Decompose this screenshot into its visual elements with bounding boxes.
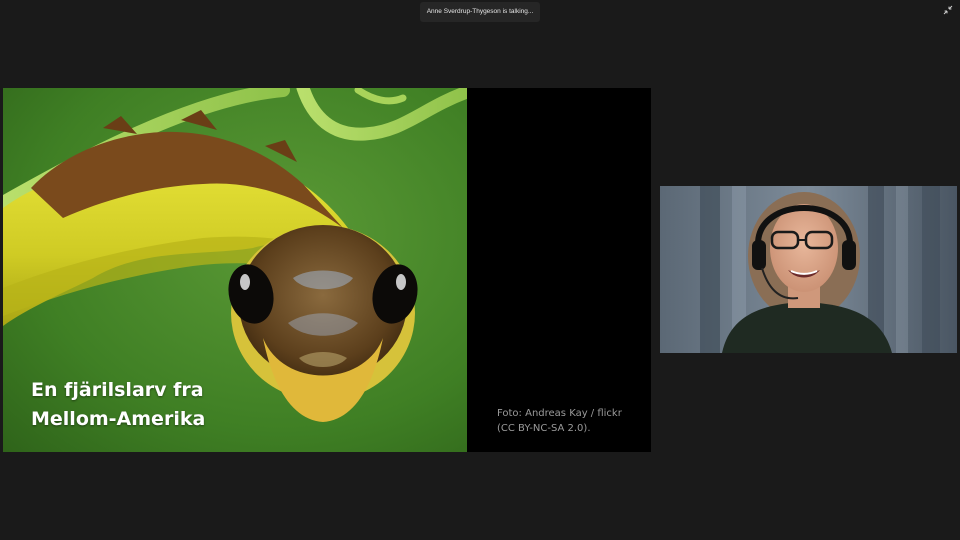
participant-video-tile[interactable] [660, 186, 957, 353]
participant-video [660, 186, 957, 353]
credit-line: (CC BY-NC-SA 2.0). [497, 423, 591, 434]
caption-line: En fjärilslarv fra [31, 379, 204, 401]
talking-indicator: Anne Sverdrup-Thygeson is talking... [420, 2, 540, 22]
talking-indicator-text: Anne Sverdrup-Thygeson is talking... [426, 8, 534, 15]
collapse-arrows-icon [943, 5, 953, 15]
exit-fullscreen-button[interactable] [942, 5, 954, 17]
slide-caption: En fjärilslarv fra Mellom-Amerika [31, 376, 331, 434]
caption-line: Mellom-Amerika [31, 408, 206, 430]
shared-screen: En fjärilslarv fra Mellom-Amerika Foto: … [3, 88, 651, 452]
photo-credit: Foto: Andreas Kay / flickr (CC BY-NC-SA … [497, 406, 647, 436]
meeting-window: Anne Sverdrup-Thygeson is talking... En … [0, 0, 960, 540]
credit-line: Foto: Andreas Kay / flickr [497, 408, 622, 419]
